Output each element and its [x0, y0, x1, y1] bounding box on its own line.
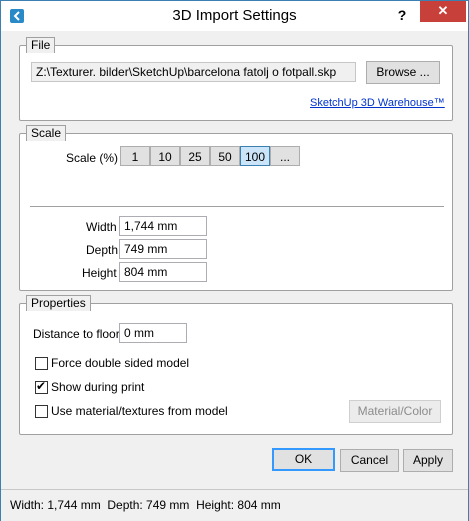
height-field[interactable]: 804 mm — [119, 262, 207, 282]
distance-to-floor-field[interactable]: 0 mm — [119, 323, 187, 343]
scale-divider — [30, 206, 444, 207]
title-bar: 3D Import Settings ? ✕ — [1, 1, 468, 31]
status-text: Width: 1,744 mm Depth: 749 mm Height: 80… — [10, 498, 281, 512]
distance-to-floor-label: Distance to floor — [33, 327, 120, 341]
status-bar: Width: 1,744 mm Depth: 749 mm Height: 80… — [1, 489, 468, 521]
scale-option-10[interactable]: 10 — [150, 146, 180, 166]
scale-group: Scale Scale (%) 1 10 25 50 100 ... Width… — [19, 125, 453, 291]
file-path-field[interactable]: Z:\Texturer. bilder\SketchUp\barcelona f… — [31, 62, 356, 82]
use-material-label[interactable]: Use material/textures from model — [51, 404, 228, 418]
scale-option-50[interactable]: 50 — [210, 146, 240, 166]
show-during-print-label[interactable]: Show during print — [51, 380, 144, 394]
ok-button[interactable]: OK — [272, 448, 335, 471]
help-button[interactable]: ? — [392, 5, 412, 25]
scale-option-100[interactable]: 100 — [240, 146, 270, 166]
browse-button[interactable]: Browse ... — [366, 61, 440, 84]
scale-option-1[interactable]: 1 — [120, 146, 150, 166]
import-settings-dialog: 3D Import Settings ? ✕ File Z:\Texturer.… — [0, 0, 469, 521]
close-button[interactable]: ✕ — [420, 1, 466, 22]
cancel-button[interactable]: Cancel — [340, 449, 399, 472]
use-material-checkbox[interactable] — [35, 405, 48, 418]
width-label: Width — [86, 220, 117, 234]
depth-label: Depth — [86, 243, 119, 257]
height-label: Height — [82, 266, 117, 280]
scale-label: Scale (%) — [66, 151, 119, 165]
properties-group: Properties Distance to floor 0 mm Force … — [19, 295, 453, 435]
apply-button[interactable]: Apply — [403, 449, 453, 472]
scale-group-legend: Scale — [26, 125, 67, 141]
scale-option-custom[interactable]: ... — [270, 146, 300, 166]
file-group: File Z:\Texturer. bilder\SketchUp\barcel… — [19, 37, 453, 121]
force-double-sided-label[interactable]: Force double sided model — [51, 356, 189, 370]
show-during-print-checkbox[interactable]: ✔ — [35, 379, 48, 394]
depth-field[interactable]: 749 mm — [119, 239, 207, 259]
warehouse-link[interactable]: SketchUp 3D Warehouse™ — [310, 97, 445, 109]
checkmark-icon: ✔ — [36, 379, 47, 393]
file-group-legend: File — [26, 37, 56, 53]
properties-group-legend: Properties — [26, 295, 91, 311]
force-double-sided-checkbox[interactable] — [35, 357, 48, 370]
scale-preset-group: 1 10 25 50 100 ... — [120, 146, 300, 166]
width-field[interactable]: 1,744 mm — [119, 216, 207, 236]
scale-option-25[interactable]: 25 — [180, 146, 210, 166]
material-color-button[interactable]: Material/Color — [349, 400, 441, 423]
